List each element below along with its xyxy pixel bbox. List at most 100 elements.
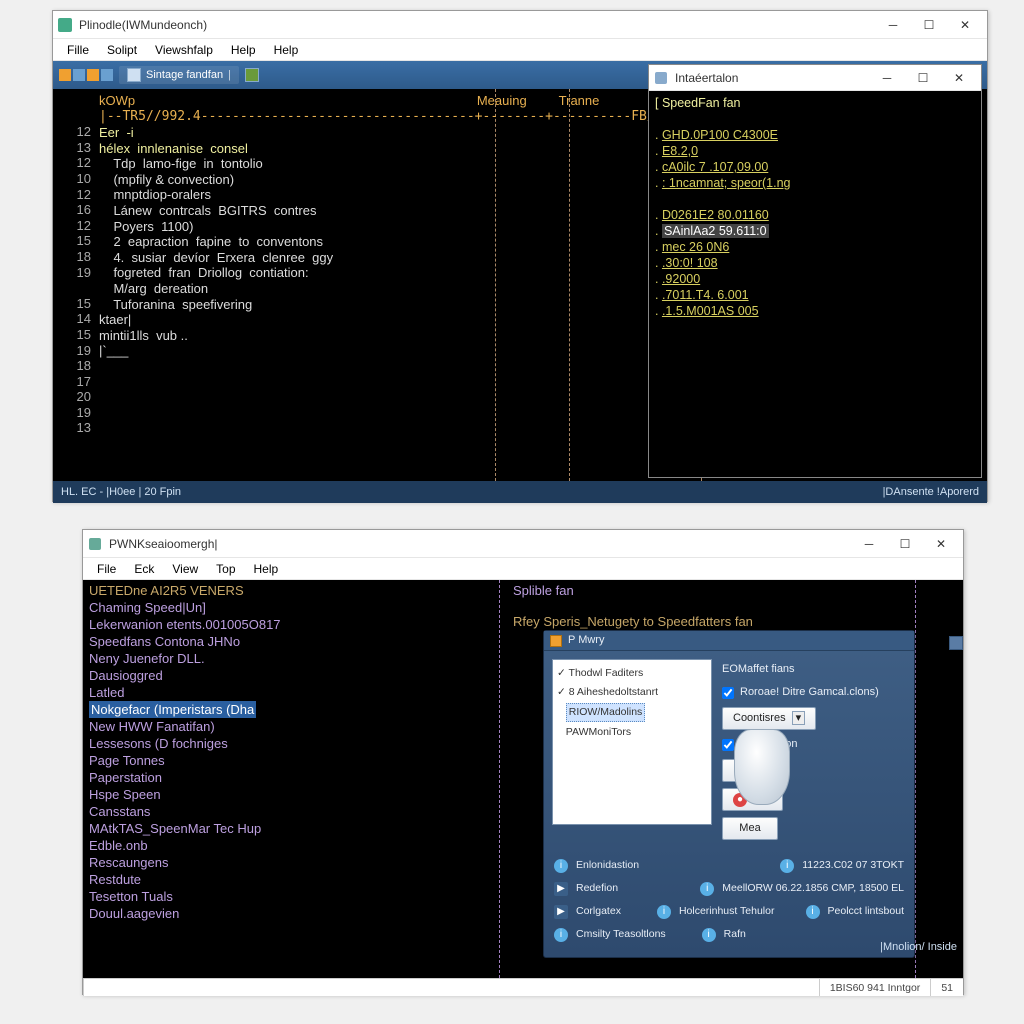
dialog-icon xyxy=(550,635,562,647)
maximize-button[interactable]: ☐ xyxy=(911,12,947,38)
tree-item[interactable]: RIOW/Madolins xyxy=(557,702,707,723)
line-number: 18 xyxy=(53,249,91,265)
info-icon-7: i xyxy=(702,928,716,942)
checkbox-1[interactable] xyxy=(722,687,734,699)
list-item[interactable]: Chaming Speed|Un] xyxy=(89,599,469,616)
list-item[interactable]: Rescaungens xyxy=(89,854,469,871)
status-cell-2: 51 xyxy=(930,979,963,996)
monitor-window-title: PWNKseaioomergh| xyxy=(109,537,851,551)
line-number: 17 xyxy=(53,374,91,390)
overlay-row[interactable]: . mec 26 0N6 xyxy=(655,239,975,255)
rain-label: Rafn xyxy=(724,926,746,943)
line-number: 18 xyxy=(53,358,91,374)
dropdown-icon[interactable]: ▾ xyxy=(792,711,806,725)
titlebar: Plinodle(IWMundeonch) ─ ☐ ✕ xyxy=(53,11,987,39)
list-item[interactable]: Edble.onb xyxy=(89,837,469,854)
checkbox-1-label: Roroae! Ditre Gamcal.clons) xyxy=(740,684,879,701)
checkbox-2[interactable] xyxy=(722,739,734,751)
list-item[interactable]: Paperstation xyxy=(89,769,469,786)
list-item[interactable]: New HWW Fanatifan) xyxy=(89,718,469,735)
list-item[interactable]: Page Tonnes xyxy=(89,752,469,769)
monitor-statusbar: 1BIS60 941 Inntgor 51 xyxy=(83,978,963,996)
tool-icon-1[interactable] xyxy=(59,69,71,81)
menu-file[interactable]: Fille xyxy=(59,41,97,59)
play-icon-2[interactable]: ▶ xyxy=(554,905,568,919)
list-item[interactable]: Hspe Speen xyxy=(89,786,469,803)
tab-side-icon[interactable] xyxy=(245,68,259,82)
monitor-menubar: File Eck View Top Help xyxy=(83,558,963,580)
menu2-edit[interactable]: Eck xyxy=(126,560,162,578)
list-item[interactable]: Latled xyxy=(89,684,469,701)
list-item[interactable]: Neny Juenefor DLL. xyxy=(89,650,469,667)
menu-script[interactable]: Solipt xyxy=(99,41,145,59)
list-item[interactable]: MAtkTAS_SpeenMar Tec Hup xyxy=(89,820,469,837)
list-item[interactable]: Lekerwanion etents.001005O817 xyxy=(89,616,469,633)
overlay-row[interactable]: . .30:0! 108 xyxy=(655,255,975,271)
menu-help2[interactable]: Help xyxy=(266,41,307,59)
overlay-row[interactable]: . GHD.0P100 C4300E xyxy=(655,127,975,143)
line-number: 20 xyxy=(53,389,91,405)
list-item[interactable]: Cansstans xyxy=(89,803,469,820)
overlay-row[interactable]: . .92000 xyxy=(655,271,975,287)
overlay-body[interactable]: [ SpeedFan fan. GHD.0P100 C4300E. E8.2,0… xyxy=(649,91,981,477)
overlay-row[interactable]: . SAinlAa2 59.611:0 xyxy=(655,223,975,239)
project-label: Peolcct lintsbout xyxy=(828,903,904,920)
overlay-row[interactable]: . cA0ilc 7 .107,09.00 xyxy=(655,159,975,175)
info-icon-5: i xyxy=(806,905,820,919)
line-number: 12 xyxy=(53,155,91,171)
list-item[interactable]: Lessesons (D fochniges xyxy=(89,735,469,752)
button-mea[interactable]: Mea xyxy=(722,817,778,840)
dialog-titlebar: P Mwry xyxy=(544,631,914,651)
close-button[interactable]: ✕ xyxy=(947,12,983,38)
line-number: 15 xyxy=(53,296,91,312)
list-item[interactable]: Nokgefacr (Imperistars (Dha xyxy=(89,701,469,718)
line-number: 19 xyxy=(53,405,91,421)
app-icon xyxy=(57,17,73,33)
overlay-row[interactable]: . D0261E2 80.01160 xyxy=(655,207,975,223)
menu-viewhelp[interactable]: Viewshfalp xyxy=(147,41,221,59)
overlay-row[interactable]: . : 1ncamnat; speor(1.ng xyxy=(655,175,975,191)
overlay-maximize-button[interactable]: ☐ xyxy=(905,65,941,91)
overlay-row[interactable]: . .7011.T4. 6.001 xyxy=(655,287,975,303)
minimize-button[interactable]: ─ xyxy=(875,12,911,38)
settings-tree[interactable]: ✓ Thodwl Faditers✓ 8 Aiheshedoltstanrt R… xyxy=(552,659,712,825)
line-number: 19 xyxy=(53,343,91,359)
list-item[interactable]: Douul.aagevien xyxy=(89,905,469,922)
document-tab-label: Sintage fandfan xyxy=(146,69,223,81)
fan-illustration xyxy=(734,725,790,805)
dialog-title: P Mwry xyxy=(568,632,604,649)
overlay-close-button[interactable]: ✕ xyxy=(941,65,977,91)
list-item[interactable]: Restdute xyxy=(89,871,469,888)
tool-icon-2[interactable] xyxy=(73,69,85,81)
tree-item[interactable]: PAWMoniTors xyxy=(557,723,707,742)
list-item[interactable]: Speedfans Contona JHNo xyxy=(89,633,469,650)
list-item[interactable]: Tesetton Tuals xyxy=(89,888,469,905)
line-number: 16 xyxy=(53,202,91,218)
menu2-file[interactable]: File xyxy=(89,560,124,578)
monitor-close-button[interactable]: ✕ xyxy=(923,531,959,557)
tree-item[interactable]: ✓ 8 Aiheshedoltstanrt xyxy=(557,683,707,702)
tree-item[interactable]: ✓ Thodwl Faditers xyxy=(557,664,707,683)
monitor-maximize-button[interactable]: ☐ xyxy=(887,531,923,557)
sidebar-toggle-icon[interactable] xyxy=(949,636,963,650)
surface-status-right: |Mnolion/ Inside xyxy=(880,939,957,956)
divider-1 xyxy=(499,580,500,978)
tool-icon-4[interactable] xyxy=(101,69,113,81)
monitor-minimize-button[interactable]: ─ xyxy=(851,531,887,557)
cmsilty-label: Cmsilty Teasoltlons xyxy=(576,926,666,943)
checkbox-1-row[interactable]: Roroae! Ditre Gamcal.clons) xyxy=(722,684,906,701)
menu2-help[interactable]: Help xyxy=(246,560,287,578)
overlay-minimize-button[interactable]: ─ xyxy=(869,65,905,91)
document-tab[interactable]: Sintage fandfan | xyxy=(119,66,239,84)
play-icon[interactable]: ▶ xyxy=(554,882,568,896)
menu-help[interactable]: Help xyxy=(223,41,264,59)
overlay-row[interactable]: . .1.5.M001AS 005 xyxy=(655,303,975,319)
menu2-view[interactable]: View xyxy=(164,560,206,578)
window-title: Plinodle(IWMundeonch) xyxy=(79,18,875,32)
list-item[interactable]: Dausioggred xyxy=(89,667,469,684)
list-item[interactable]: UETEDne AI2R5 VENERS xyxy=(89,582,469,599)
left-list[interactable]: UETEDne AI2R5 VENERSChaming Speed|Un]Lek… xyxy=(89,582,469,922)
overlay-row[interactable]: . E8.2,0 xyxy=(655,143,975,159)
menu2-top[interactable]: Top xyxy=(208,560,243,578)
tool-icon-3[interactable] xyxy=(87,69,99,81)
